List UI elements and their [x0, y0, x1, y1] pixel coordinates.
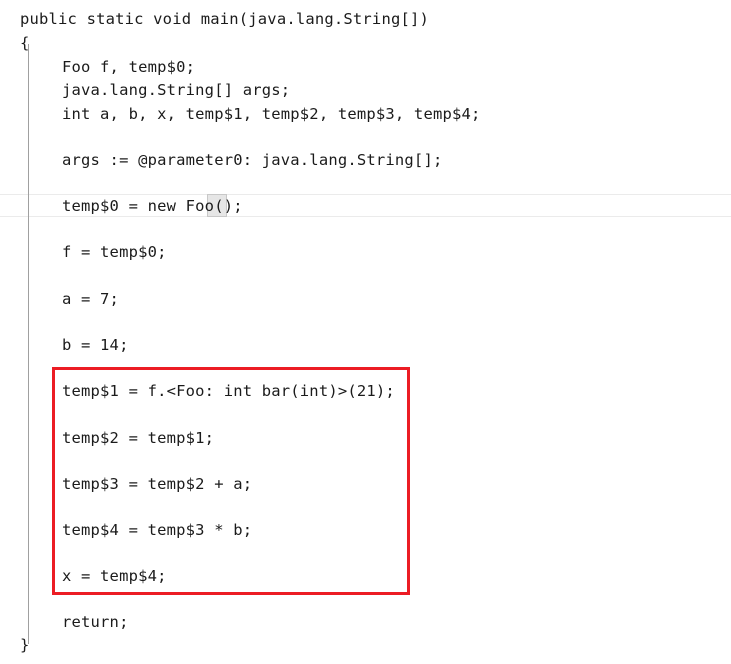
code-line-signature[interactable]: public static void main(java.lang.String… — [20, 8, 429, 30]
code-line-call-bar[interactable]: temp$1 = f.<Foo: int bar(int)>(21); — [62, 380, 395, 402]
indent-guide-line — [28, 44, 29, 644]
code-line-assign-f[interactable]: f = temp$0; — [62, 241, 167, 263]
code-line-return[interactable]: return; — [62, 611, 129, 633]
code-line-assign-a[interactable]: a = 7; — [62, 288, 119, 310]
code-line-temp4[interactable]: temp$4 = temp$3 * b; — [62, 519, 252, 541]
code-line-close-brace[interactable]: } — [20, 634, 30, 656]
code-line-new-foo[interactable]: temp$0 = new Foo(); — [62, 195, 243, 217]
code-line-assign-x[interactable]: x = temp$4; — [62, 565, 167, 587]
code-line-args-param[interactable]: args := @parameter0: java.lang.String[]; — [62, 149, 442, 171]
code-line-temp2[interactable]: temp$2 = temp$1; — [62, 427, 214, 449]
code-line-assign-b[interactable]: b = 14; — [62, 334, 129, 356]
code-editor[interactable]: public static void main(java.lang.String… — [0, 0, 731, 664]
code-line-decl-args[interactable]: java.lang.String[] args; — [62, 79, 290, 101]
code-line-temp3[interactable]: temp$3 = temp$2 + a; — [62, 473, 252, 495]
code-line-open-brace[interactable]: { — [20, 32, 30, 54]
code-line-decl-ints[interactable]: int a, b, x, temp$1, temp$2, temp$3, tem… — [62, 103, 481, 125]
code-line-decl-foo[interactable]: Foo f, temp$0; — [62, 56, 195, 78]
